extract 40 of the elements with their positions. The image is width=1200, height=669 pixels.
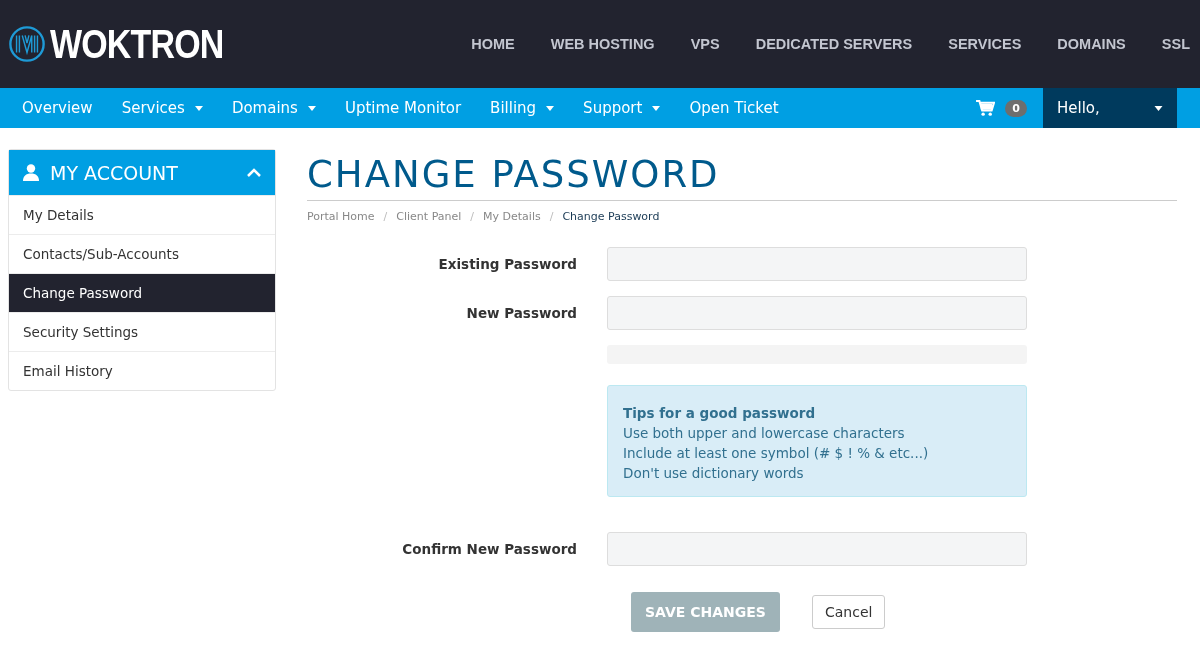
field-label: Confirm New Password bbox=[401, 541, 577, 557]
sidebar-item[interactable]: Change Password bbox=[9, 273, 275, 312]
breadcrumb-link[interactable]: Client Panel bbox=[396, 210, 462, 223]
cart-count: 0 bbox=[1005, 99, 1027, 117]
breadcrumb-separator: / bbox=[470, 210, 475, 223]
page-title: CHANGE PASSWORD bbox=[307, 153, 1177, 201]
field-label: Existing Password bbox=[437, 256, 577, 272]
top-menu-link[interactable]: DEDICATED SERVERS bbox=[755, 36, 913, 52]
user-menu-button[interactable]: Hello, bbox=[1043, 88, 1177, 128]
breadcrumb-separator: / bbox=[383, 210, 388, 223]
cart-icon bbox=[976, 99, 996, 117]
sidebar-item[interactable]: Security Settings bbox=[9, 312, 275, 351]
sidebar-item[interactable]: My Details bbox=[9, 195, 275, 234]
password-field[interactable] bbox=[607, 296, 1027, 330]
top-menu-link[interactable]: WEB HOSTING bbox=[550, 36, 655, 52]
logo-icon[interactable] bbox=[8, 25, 46, 63]
cancel-button[interactable]: Cancel bbox=[812, 595, 886, 629]
password-field[interactable] bbox=[607, 532, 1027, 566]
password-field[interactable] bbox=[607, 247, 1027, 281]
top-menu-link[interactable]: DOMAINS bbox=[1057, 36, 1126, 52]
user-icon bbox=[23, 164, 39, 181]
chevron-icon[interactable] bbox=[247, 168, 261, 177]
field-label: New Password bbox=[465, 305, 577, 321]
breadcrumb-current: Change Password bbox=[562, 210, 660, 223]
sidebar-item[interactable]: Email History bbox=[9, 351, 275, 390]
top-menu-link[interactable]: SERVICES bbox=[948, 36, 1022, 52]
panel-title: MY ACCOUNT bbox=[50, 161, 179, 184]
top-menu-link[interactable]: SSL bbox=[1161, 36, 1190, 52]
caret-icon bbox=[1154, 105, 1163, 111]
brand-name[interactable]: WOKTRON bbox=[50, 21, 224, 67]
tip-text: Use both upper and lowercase characters bbox=[623, 424, 906, 443]
breadcrumb-link[interactable]: My Details bbox=[483, 210, 541, 223]
breadcrumb-link[interactable]: Portal Home bbox=[307, 210, 375, 223]
tip-text: Include at least one symbol (# $ ! % & etc...) bbox=[623, 444, 930, 463]
breadcrumb-separator: / bbox=[549, 210, 554, 223]
top-menu-link[interactable]: VPS bbox=[690, 36, 720, 52]
top-menu-link[interactable]: HOME bbox=[471, 36, 515, 52]
tips-title: Tips for a good password bbox=[623, 404, 817, 423]
cart-link[interactable]: 0 bbox=[976, 88, 1027, 128]
tip-text: Don't use dictionary words bbox=[623, 464, 805, 483]
